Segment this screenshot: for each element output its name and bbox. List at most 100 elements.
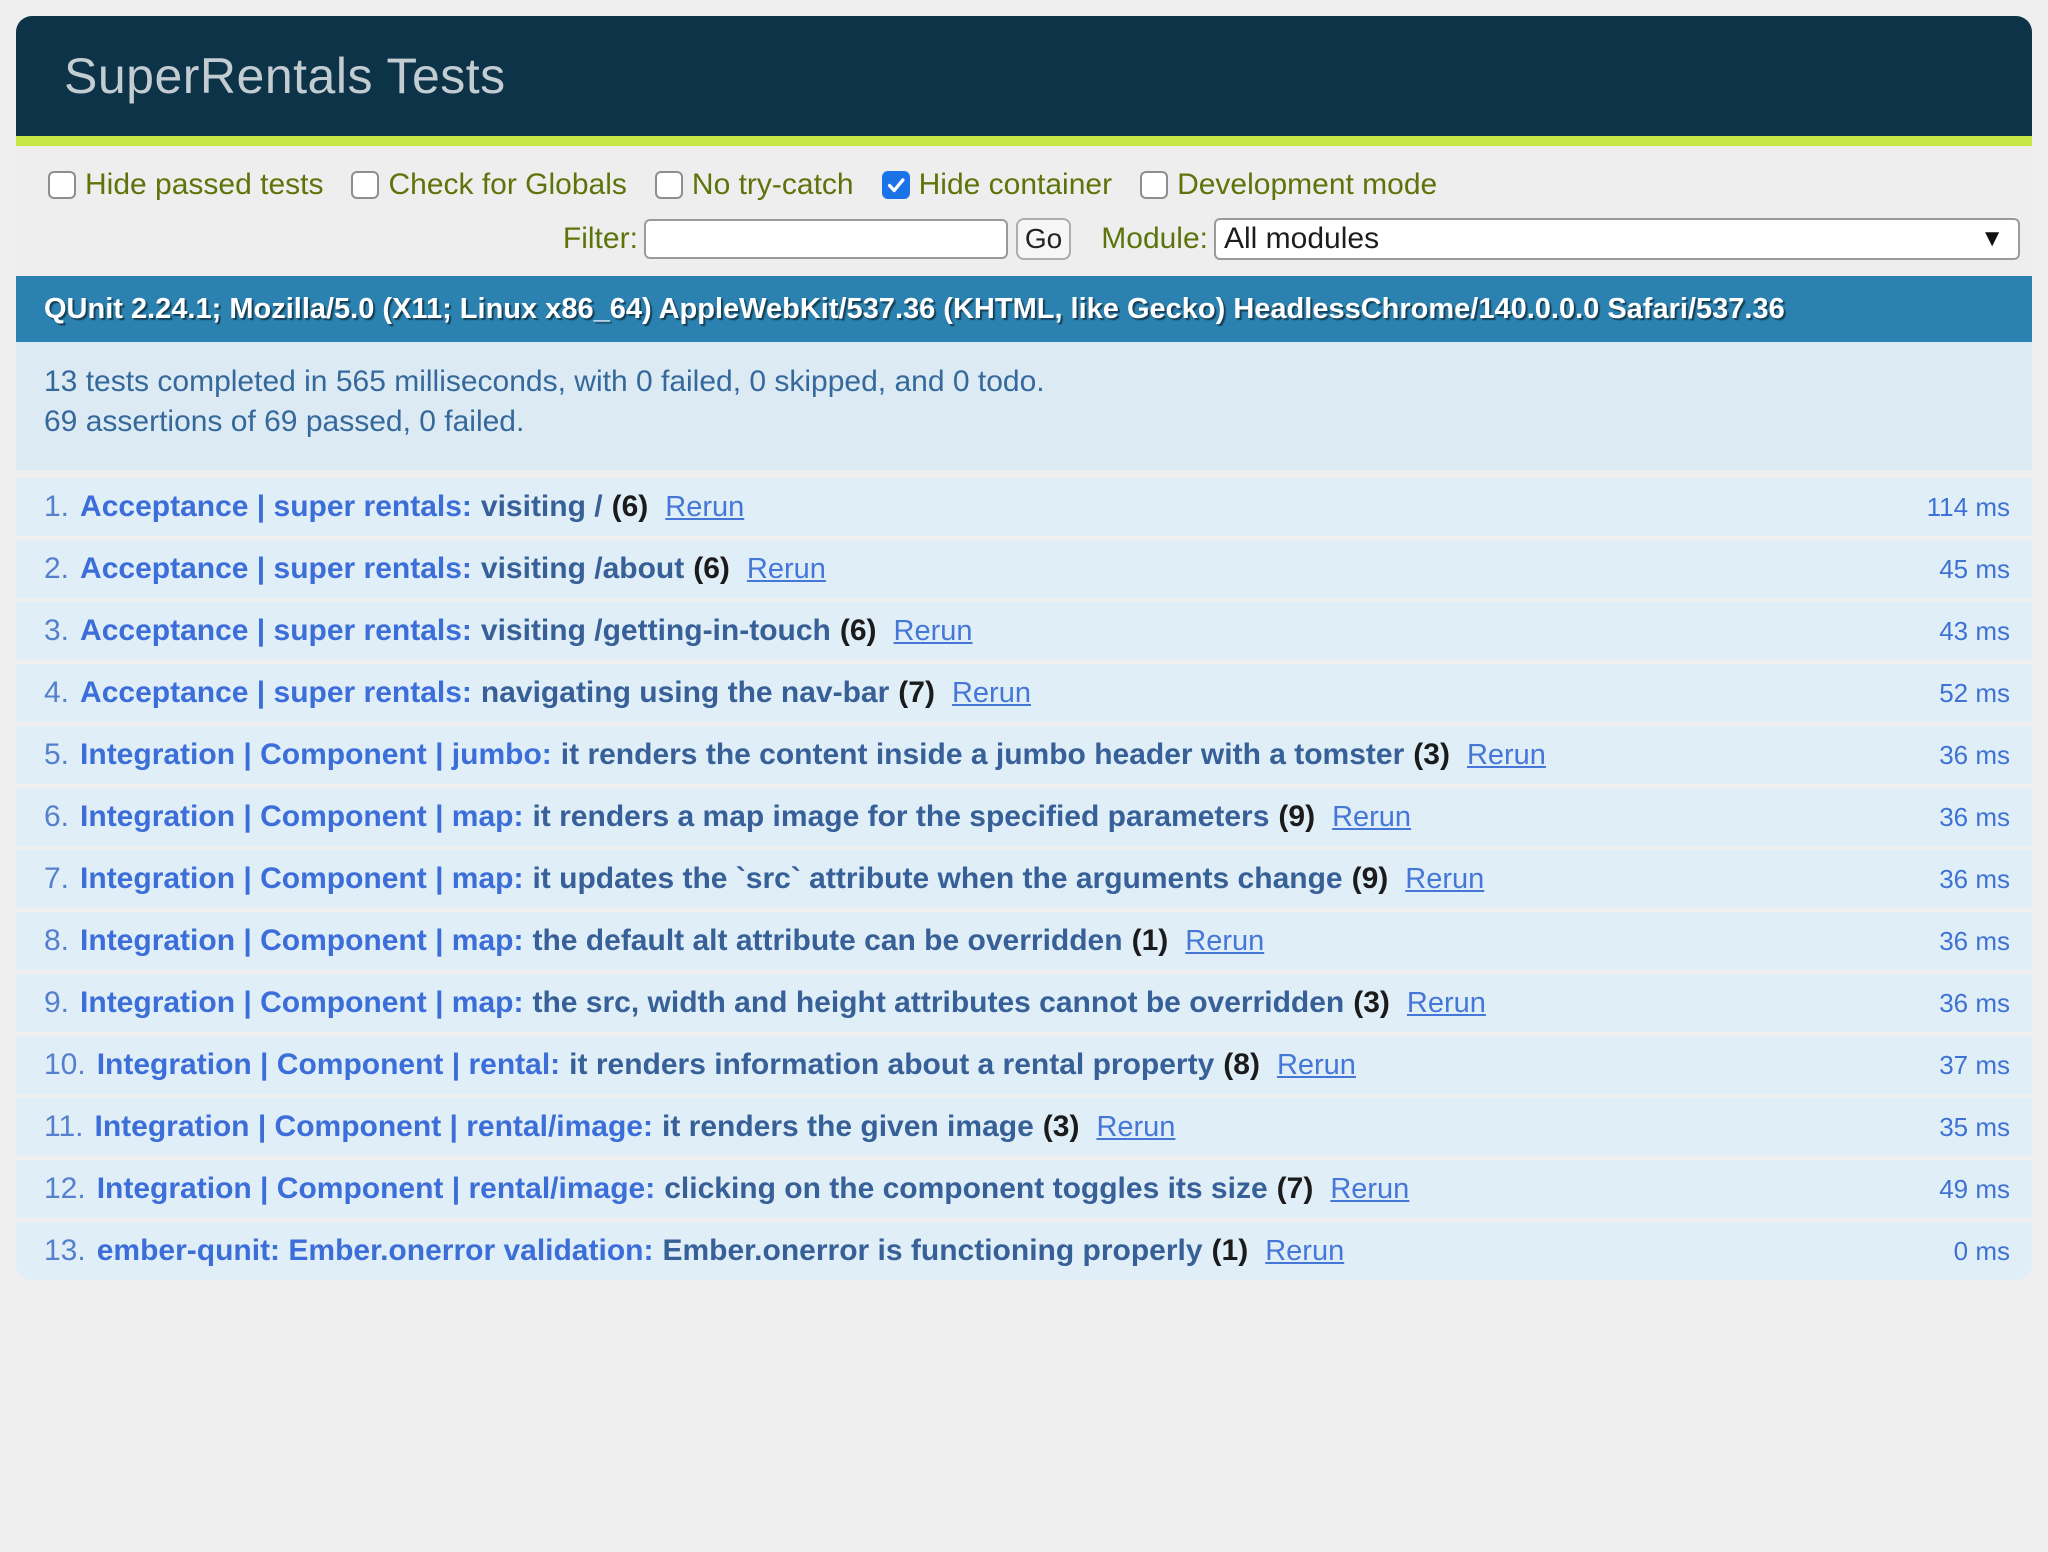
module-name: Acceptance | super rentals: [80,552,472,585]
test-title[interactable]: 6.Integration | Component | map:it rende… [44,800,1927,834]
module-name: Acceptance | super rentals: [80,676,472,709]
test-number: 5. [44,738,69,771]
module-name: Integration | Component | rental: [97,1048,560,1081]
test-title[interactable]: 10. Integration | Component | rental: it r… [44,1048,1927,1082]
test-row: 3.Acceptance | super rentals:visiting /g… [16,602,2032,660]
test-number: 2. [44,552,69,585]
test-number: 7. [44,862,69,895]
pass-status-banner [16,136,2032,146]
test-title[interactable]: 2.Acceptance | super rentals:visiting /a… [44,552,1927,586]
test-runtime: 0 ms [1954,1236,2010,1267]
test-title[interactable]: 7. Integration | Component | map: it updat… [44,862,1927,896]
assertion-counts: (3) [1353,986,1390,1019]
rerun-link[interactable]: Rerun [1330,1173,1409,1205]
test-title[interactable]: 11.Integration | Component | rental/imag… [44,1110,1927,1144]
test-number: 4. [44,676,69,709]
test-runtime: 49 ms [1939,1174,2010,1205]
test-title[interactable]: 12.Integration | Component | rental/imag… [44,1172,1927,1206]
filter-input[interactable] [644,219,1008,259]
filter-label: Filter: [563,222,638,256]
checkbox-box[interactable] [655,171,683,199]
test-number: 9. [44,986,69,1019]
test-row: 8.Integration | Component | map:the defa… [16,912,2032,970]
checkbox-hide-passed-tests[interactable]: Hide passed tests [48,168,323,202]
test-number: 6. [44,800,69,833]
rerun-link[interactable]: Rerun [747,553,826,585]
rerun-link[interactable]: Rerun [1467,739,1546,771]
rerun-link[interactable]: Rerun [1265,1235,1344,1267]
assertion-counts: (1) [1132,924,1169,957]
test-title[interactable]: 4.Acceptance | super rentals:navigating … [44,676,1927,710]
test-runtime: 45 ms [1939,554,2010,585]
test-result-summary: 13 tests completed in 565 milliseconds, … [16,342,2032,470]
checkbox-box[interactable] [351,171,379,199]
test-title[interactable]: 13. ember-qunit: Ember.onerror validation… [44,1234,1942,1268]
test-row: 6.Integration | Component | map:it rende… [16,788,2032,846]
checkbox-label: Development mode [1177,168,1437,202]
assertion-counts: (3) [1043,1110,1080,1143]
checkbox-label: Hide passed tests [85,168,323,202]
checkbox-label: Hide container [919,168,1112,202]
test-name: visiting /getting-in-touch [481,614,831,647]
summary-line-tests: 13 tests completed in 565 milliseconds, … [44,362,2012,402]
test-name: it updates the `src` attribute when the … [532,862,1342,895]
checkbox-box[interactable] [882,171,910,199]
checkbox-check-for-globals[interactable]: Check for Globals [351,168,626,202]
module-name: ember-qunit: Ember.onerror validation: [97,1234,654,1267]
test-number: 8. [44,924,69,957]
test-row: 2.Acceptance | super rentals:visiting /a… [16,540,2032,598]
rerun-link[interactable]: Rerun [952,677,1031,709]
useragent-bar: QUnit 2.24.1; Mozilla/5.0 (X11; Linux x8… [16,276,2032,342]
test-number: 12. [44,1172,86,1205]
test-runtime: 36 ms [1939,864,2010,895]
page-title: SuperRentals Tests [64,50,2012,102]
rerun-link[interactable]: Rerun [665,491,744,523]
rerun-link[interactable]: Rerun [1185,925,1264,957]
test-runtime: 37 ms [1939,1050,2010,1081]
test-title[interactable]: 5.Integration | Component | jumbo:it ren… [44,738,1927,772]
test-name: it renders the given image [662,1110,1034,1143]
assertion-counts: (7) [898,676,935,709]
rerun-link[interactable]: Rerun [1277,1049,1356,1081]
test-row: 13. ember-qunit: Ember.onerror validation… [16,1222,2032,1280]
module-name: Acceptance | super rentals: [80,614,472,647]
rerun-link[interactable]: Rerun [1096,1111,1175,1143]
testrunner-toolbar: Hide passed tests Check for Globals No t… [16,146,2032,276]
test-name: it renders information about a rental pr… [569,1048,1214,1081]
module-select[interactable]: All modules ▼ [1214,218,2020,260]
test-row: 1.Acceptance | super rentals:visiting /(… [16,478,2032,536]
module-name: Integration | Component | map: [80,986,523,1019]
module-label: Module: [1101,222,1208,256]
assertion-counts: (6) [693,552,730,585]
test-name: it renders the content inside a jumbo he… [561,738,1405,771]
test-title[interactable]: 9.Integration | Component | map:the src,… [44,986,1927,1020]
checkbox-no-try-catch[interactable]: No try-catch [655,168,854,202]
assertion-counts: (6) [612,490,649,523]
test-number: 10. [44,1048,86,1081]
module-select-value: All modules [1224,222,1980,256]
rerun-link[interactable]: Rerun [1407,987,1486,1019]
rerun-link[interactable]: Rerun [1405,863,1484,895]
module-name: Acceptance | super rentals: [80,490,472,523]
test-name: Ember.onerror is functioning properly [662,1234,1202,1267]
test-title[interactable]: 8.Integration | Component | map:the defa… [44,924,1927,958]
go-button[interactable]: Go [1016,218,1071,260]
url-config-row: Hide passed tests Check for Globals No t… [48,168,2020,202]
test-row: 10. Integration | Component | rental: it r… [16,1036,2032,1094]
test-name: visiting / [481,490,603,523]
checkbox-box[interactable] [48,171,76,199]
module-name: Integration | Component | map: [80,862,523,895]
test-runtime: 36 ms [1939,988,2010,1019]
assertion-counts: (7) [1277,1172,1314,1205]
test-name: the default alt attribute can be overrid… [532,924,1122,957]
test-runtime: 36 ms [1939,926,2010,957]
rerun-link[interactable]: Rerun [894,615,973,647]
test-title[interactable]: 3.Acceptance | super rentals:visiting /g… [44,614,1927,648]
test-number: 13. [44,1234,86,1267]
checkbox-box[interactable] [1140,171,1168,199]
rerun-link[interactable]: Rerun [1332,801,1411,833]
test-title[interactable]: 1.Acceptance | super rentals:visiting /(… [44,490,1915,524]
test-row: 4.Acceptance | super rentals:navigating … [16,664,2032,722]
checkbox-development-mode[interactable]: Development mode [1140,168,1437,202]
checkbox-hide-container[interactable]: Hide container [882,168,1112,202]
